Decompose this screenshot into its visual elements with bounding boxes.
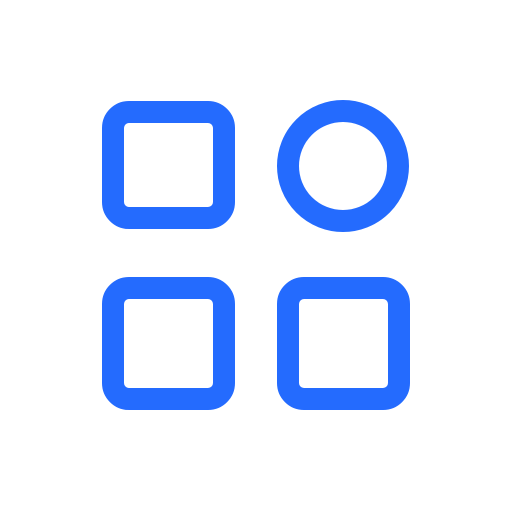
- top-right-circle: [277, 100, 409, 232]
- apps-grid-icon: [102, 100, 410, 410]
- bottom-right-square: [277, 277, 410, 410]
- top-left-square: [102, 101, 235, 229]
- icon-canvas: [0, 0, 512, 512]
- bottom-left-square: [102, 277, 235, 410]
